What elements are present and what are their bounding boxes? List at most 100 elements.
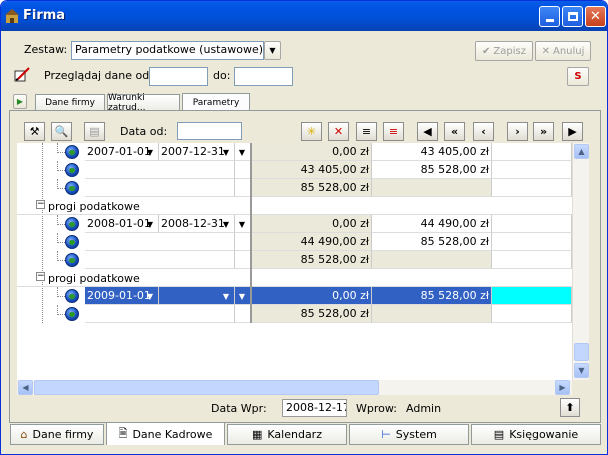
cancel-label: Anuluj <box>552 45 585 57</box>
prev-button[interactable]: ‹ <box>473 122 494 141</box>
extra-cell[interactable] <box>492 251 572 269</box>
minimize-icon <box>545 19 554 22</box>
type-cell[interactable]: ▼ <box>235 215 251 233</box>
chevron-down-icon[interactable]: ▼ <box>236 146 248 158</box>
bottom-tab-dane-kadrowe[interactable]: 🗎 Dane Kadrowe <box>106 422 225 445</box>
value-to-cell[interactable] <box>372 305 492 323</box>
table-row[interactable]: 2007-01-01 ▼ 2007-12-31 ▼ ▼ 0,00 zł 43 405,00 … <box>17 143 572 161</box>
horizontal-scrollbar[interactable]: ◀ ▶ <box>17 380 572 395</box>
bottom-tab-ksiegowanie[interactable]: ▤ Księgowanie <box>471 424 601 445</box>
value-from-cell[interactable]: 85 528,00 zł <box>251 251 372 269</box>
value-to-cell[interactable] <box>372 179 492 197</box>
browse-from-input[interactable] <box>149 67 208 86</box>
value-to-cell[interactable]: 85 528,00 zł <box>372 287 492 305</box>
date-from-cell[interactable]: 2009-01-01 ▼ <box>85 287 159 305</box>
checkbox-pencil-icon[interactable] <box>14 67 30 83</box>
bottom-tab-dane-firmy[interactable]: ⌂ Dane firmy <box>10 424 104 445</box>
value-from-cell[interactable]: 85 528,00 zł <box>251 179 372 197</box>
chevron-down-icon[interactable]: ▼ <box>236 218 248 230</box>
browse-to-input[interactable] <box>234 67 293 86</box>
new-button[interactable]: ✳ <box>301 122 322 141</box>
extra-cell[interactable] <box>492 305 572 323</box>
delete-row-button[interactable]: ≡ <box>383 122 404 141</box>
table-row[interactable]: 44 490,00 zł 85 528,00 zł <box>17 233 572 251</box>
group-row[interactable]: − progi podatkowe <box>17 269 572 287</box>
table-row[interactable]: 2008-01-01 ▼ 2008-12-31 ▼ ▼ 0,00 zł 44 490,00 … <box>17 215 572 233</box>
type-cell[interactable]: ▼ <box>235 287 251 305</box>
scroll-top-button[interactable]: ⬆ <box>560 398 580 417</box>
value-from-cell[interactable]: 0,00 zł <box>251 215 372 233</box>
save-button[interactable]: ✔ Zapisz <box>475 41 533 61</box>
value-to-cell[interactable]: 85 528,00 zł <box>372 233 492 251</box>
chevron-down-icon[interactable]: ▼ <box>220 218 232 230</box>
close-button[interactable]: ✕ <box>585 6 606 27</box>
delete-button[interactable]: ✕ <box>328 122 349 141</box>
minimize-button[interactable] <box>539 6 560 27</box>
add-row-button[interactable]: ≡ <box>356 122 377 141</box>
date-from-cell[interactable]: 2008-01-01 ▼ <box>85 215 159 233</box>
extra-cell[interactable] <box>492 233 572 251</box>
search-button[interactable]: 🔍 <box>51 122 72 141</box>
maximize-button[interactable] <box>562 6 583 27</box>
first-button[interactable]: ◀ <box>417 122 438 141</box>
value-from-cell[interactable]: 0,00 zł <box>251 287 372 305</box>
scroll-up-button[interactable]: ▲ <box>574 144 589 159</box>
value-from-cell[interactable]: 0,00 zł <box>251 143 372 161</box>
date-to-cell[interactable]: 2007-12-31 ▼ <box>159 143 235 161</box>
tab-parametry[interactable]: Parametry <box>182 93 250 111</box>
expand-button[interactable]: ▶ <box>13 94 27 109</box>
next-button[interactable]: › <box>507 122 528 141</box>
page-forward-button[interactable]: » <box>533 122 554 141</box>
table-row[interactable]: 85 528,00 zł <box>17 179 572 197</box>
date-from-input[interactable] <box>177 122 242 140</box>
tab-dane-firmy[interactable]: Dane firmy <box>35 94 105 111</box>
value-from-cell[interactable]: 43 405,00 zł <box>251 161 372 179</box>
table-row[interactable]: 2009-01-01 ▼ ▼ ▼ 0,00 zł 85 528,00 zł <box>17 287 572 305</box>
extra-cell[interactable] <box>492 215 572 233</box>
value-to-cell[interactable] <box>372 251 492 269</box>
value-from-cell[interactable]: 85 528,00 zł <box>251 305 372 323</box>
chevron-down-icon[interactable]: ▼ <box>144 290 156 302</box>
scroll-right-button[interactable]: ▶ <box>555 380 570 395</box>
extra-cell[interactable] <box>492 287 572 305</box>
collapse-icon[interactable]: − <box>36 272 45 281</box>
tools-button[interactable]: ⚒ <box>24 122 45 141</box>
bottom-tab-system[interactable]: ⊢ System <box>349 424 469 445</box>
value-to-cell[interactable]: 43 405,00 zł <box>372 143 492 161</box>
date-from-cell[interactable]: 2007-01-01 ▼ <box>85 143 159 161</box>
horizontal-scroll-thumb[interactable] <box>34 380 379 395</box>
scroll-down-button[interactable]: ▼ <box>574 363 589 378</box>
table-row[interactable]: 43 405,00 zł 85 528,00 zł <box>17 161 572 179</box>
vertical-scroll-thumb[interactable] <box>574 343 589 361</box>
page-back-button[interactable]: « <box>444 122 465 141</box>
table-row[interactable]: 85 528,00 zł <box>17 251 572 269</box>
value-to-cell[interactable]: 85 528,00 zł <box>372 161 492 179</box>
chevron-down-icon[interactable]: ▼ <box>220 146 232 158</box>
extra-cell[interactable] <box>492 161 572 179</box>
cancel-button[interactable]: ✕ Anuluj <box>535 41 591 61</box>
extra-cell[interactable] <box>492 143 572 161</box>
scroll-left-button[interactable]: ◀ <box>18 380 33 395</box>
last-button[interactable]: ▶ <box>562 122 583 141</box>
title-bar[interactable]: Firma ✕ <box>1 1 607 31</box>
chevron-down-icon[interactable]: ▼ <box>144 218 156 230</box>
extra-cell[interactable] <box>492 179 572 197</box>
tab-warunki-zatrudnienia[interactable]: Warunki zatrud... <box>107 93 180 113</box>
table-row[interactable]: 85 528,00 zł <box>17 305 572 323</box>
chevron-down-icon[interactable]: ▼ <box>236 290 248 302</box>
vertical-scrollbar[interactable]: ▲ ▼ <box>572 143 589 380</box>
zestaw-dropdown-button[interactable]: ▼ <box>264 41 281 60</box>
group-row[interactable]: − progi podatkowe <box>17 197 572 215</box>
bottom-tab-kalendarz[interactable]: ▦ Kalendarz <box>227 424 347 445</box>
type-cell[interactable]: ▼ <box>235 143 251 161</box>
value-from-cell[interactable]: 44 490,00 zł <box>251 233 372 251</box>
chevron-down-icon[interactable]: ▼ <box>220 290 232 302</box>
chevron-down-icon[interactable]: ▼ <box>144 146 156 158</box>
zestaw-select[interactable]: Parametry podatkowe (ustawowe) <box>71 41 264 60</box>
value-to-cell[interactable]: 44 490,00 zł <box>372 215 492 233</box>
collapse-icon[interactable]: − <box>36 200 45 209</box>
date-to-cell[interactable]: ▼ <box>159 287 235 305</box>
refresh-button[interactable]: S <box>567 67 589 86</box>
card-button[interactable]: ▤ <box>84 122 105 141</box>
date-to-cell[interactable]: 2008-12-31 ▼ <box>159 215 235 233</box>
